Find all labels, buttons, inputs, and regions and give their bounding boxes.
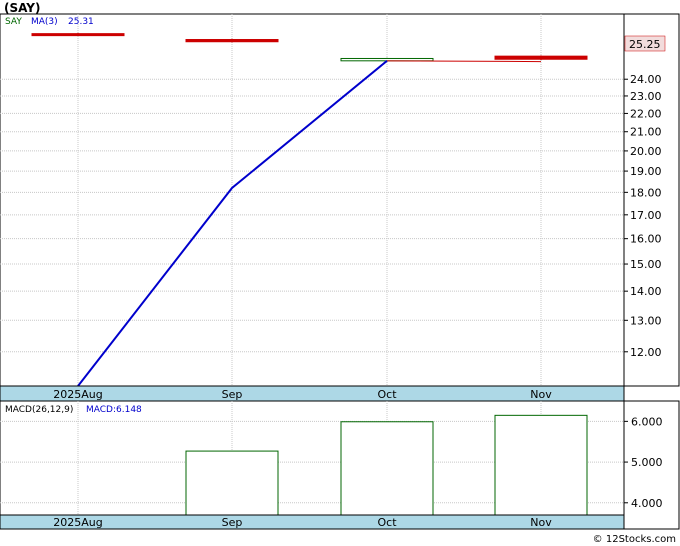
chart-title: (SAY) [4,1,40,15]
price-tick-label: 13.00 [630,314,662,327]
date-label: Nov [530,388,552,401]
macd-tick-label: 6.000 [631,415,663,428]
date-label: 2025Aug [53,388,102,401]
price-tag: 25.25 [629,38,661,51]
watermark: © 12Stocks.com [593,534,676,545]
price-tick-label: 24.00 [630,73,662,86]
macd-tick-label: 5.000 [631,456,663,469]
date-label: Oct [377,388,397,401]
price-tick-label: 12.00 [630,346,662,359]
macd-legend-label: MACD(26,12,9) [5,405,73,415]
legend-symbol: SAY [5,17,22,27]
candle-body [185,39,279,43]
price-tick-label: 16.00 [630,233,662,246]
price-panel [0,13,625,387]
price-tick-label: 22.00 [630,107,662,120]
price-tick-label: 23.00 [630,90,662,103]
price-tick-label: 15.00 [630,258,662,271]
price-tick-label: 21.00 [630,126,662,139]
candle-body [494,55,588,60]
macd-legend-value: MACD:6.148 [86,405,142,415]
price-tick-label: 18.00 [630,186,662,199]
macd-bar [185,450,279,516]
date-label: Oct [377,516,397,529]
legend-ma-label: MA(3) [31,17,58,27]
date-label: Nov [530,516,552,529]
candle-body [340,57,434,62]
stock-chart: (SAY) 12.00 13.00 14.00 15.00 16.00 17.00 18.0… [0,1,680,545]
price-tick-label: 14.00 [630,285,662,298]
macd-tick-label: 4.000 [631,497,663,510]
price-tick-label: 17.00 [630,209,662,222]
legend-ma-value: 25.31 [68,17,94,27]
price-tick-label: 20.00 [630,145,662,158]
macd-bar [494,414,588,516]
date-label: Sep [222,516,243,529]
price-axis-ticks: 12.00 13.00 14.00 15.00 16.00 17.00 18.00 19.00… [624,73,662,359]
candle-body [31,33,125,37]
date-label: 2025Aug [53,516,102,529]
price-tick-label: 19.00 [630,165,662,178]
date-label: Sep [222,388,243,401]
price-axis-panel [623,13,680,387]
macd-bar [340,421,434,516]
